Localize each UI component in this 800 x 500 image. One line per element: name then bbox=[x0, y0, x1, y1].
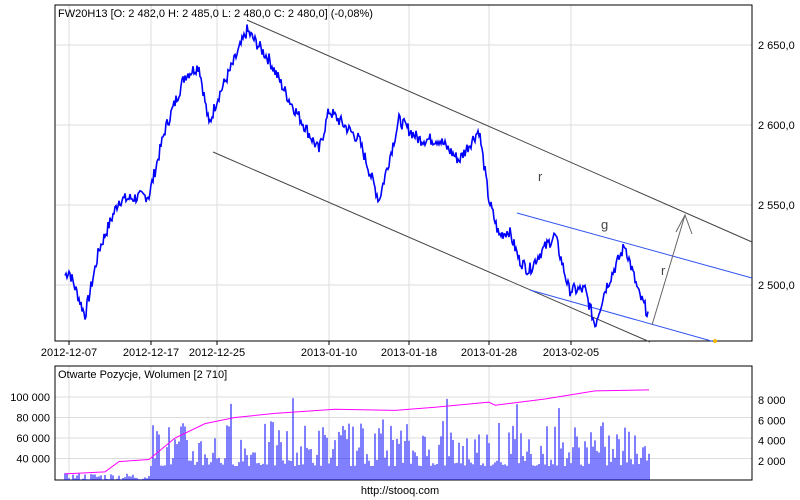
oi-tick-label: 100 000 bbox=[10, 392, 50, 404]
volume-tick-label: 8 000 bbox=[758, 395, 786, 407]
oi-tick-label: 60 000 bbox=[16, 433, 50, 445]
footer-link[interactable]: http://stooq.com bbox=[0, 485, 800, 497]
arrow-head-icon bbox=[675, 213, 693, 235]
oi-tick-label: 40 000 bbox=[16, 454, 50, 466]
price-plot-frame bbox=[54, 4, 753, 342]
y-tick-label: 2 550,0 bbox=[758, 200, 795, 212]
volume-tick-label: 4 000 bbox=[758, 436, 786, 448]
volume-tick-label: 2 000 bbox=[758, 456, 786, 468]
price-title: FW20H13 [O: 2 482,0 H: 2 485,0 L: 2 480,… bbox=[58, 8, 373, 20]
x-tick-label: 2012-12-07 bbox=[41, 347, 97, 359]
volume-tick-label: 6 000 bbox=[758, 415, 786, 427]
oi-tick-label: 80 000 bbox=[16, 413, 50, 425]
x-tick-label: 2013-01-10 bbox=[301, 347, 357, 359]
y-tick-label: 2 600,0 bbox=[758, 120, 795, 132]
trend-line bbox=[516, 212, 753, 279]
x-tick-label: 2012-12-17 bbox=[123, 347, 179, 359]
y-tick-label: 2 500,0 bbox=[758, 280, 795, 292]
x-tick-label: 2013-01-18 bbox=[381, 347, 437, 359]
trend-line bbox=[212, 151, 651, 343]
x-tick-label: 2013-02-05 bbox=[543, 347, 599, 359]
marker bbox=[713, 339, 717, 343]
chart-svg: 2012-12-07 2012-12-17 2012-12-25 2013-01-10… bbox=[10, 4, 795, 481]
wave-label: g bbox=[601, 217, 608, 232]
trend-line bbox=[529, 289, 716, 343]
volume-title: Otwarte Pozycje, Wolumen [2 710] bbox=[58, 369, 227, 381]
wave-label: r bbox=[661, 263, 666, 278]
price-line bbox=[64, 24, 649, 328]
projection-arrow bbox=[651, 214, 686, 326]
x-tick-label: 2012-12-25 bbox=[189, 347, 245, 359]
wave-label: r bbox=[538, 169, 543, 184]
trend-line bbox=[246, 19, 753, 243]
x-tick-label: 2013-01-28 bbox=[461, 347, 517, 359]
chart-window: 2012-12-07 2012-12-17 2012-12-25 2013-01-10… bbox=[0, 0, 800, 500]
y-tick-label: 2 650,0 bbox=[758, 40, 795, 52]
